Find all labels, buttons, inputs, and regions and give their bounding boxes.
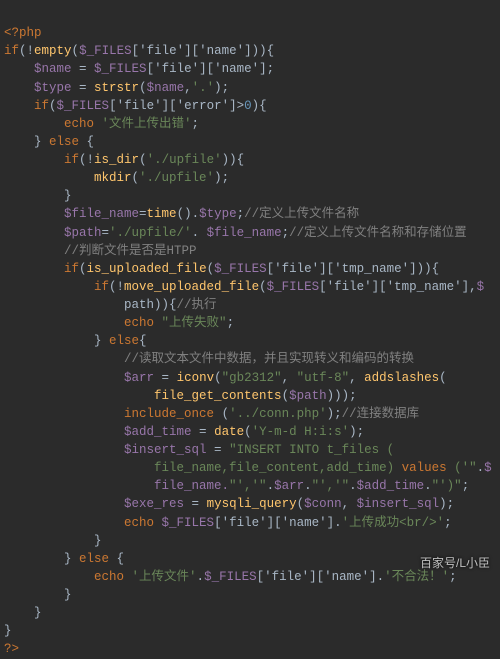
php-close: ?> — [4, 642, 19, 656]
watermark: 百家号/L小臣 — [420, 555, 490, 572]
php-open: <?php — [4, 26, 42, 40]
kw: if — [4, 44, 19, 58]
